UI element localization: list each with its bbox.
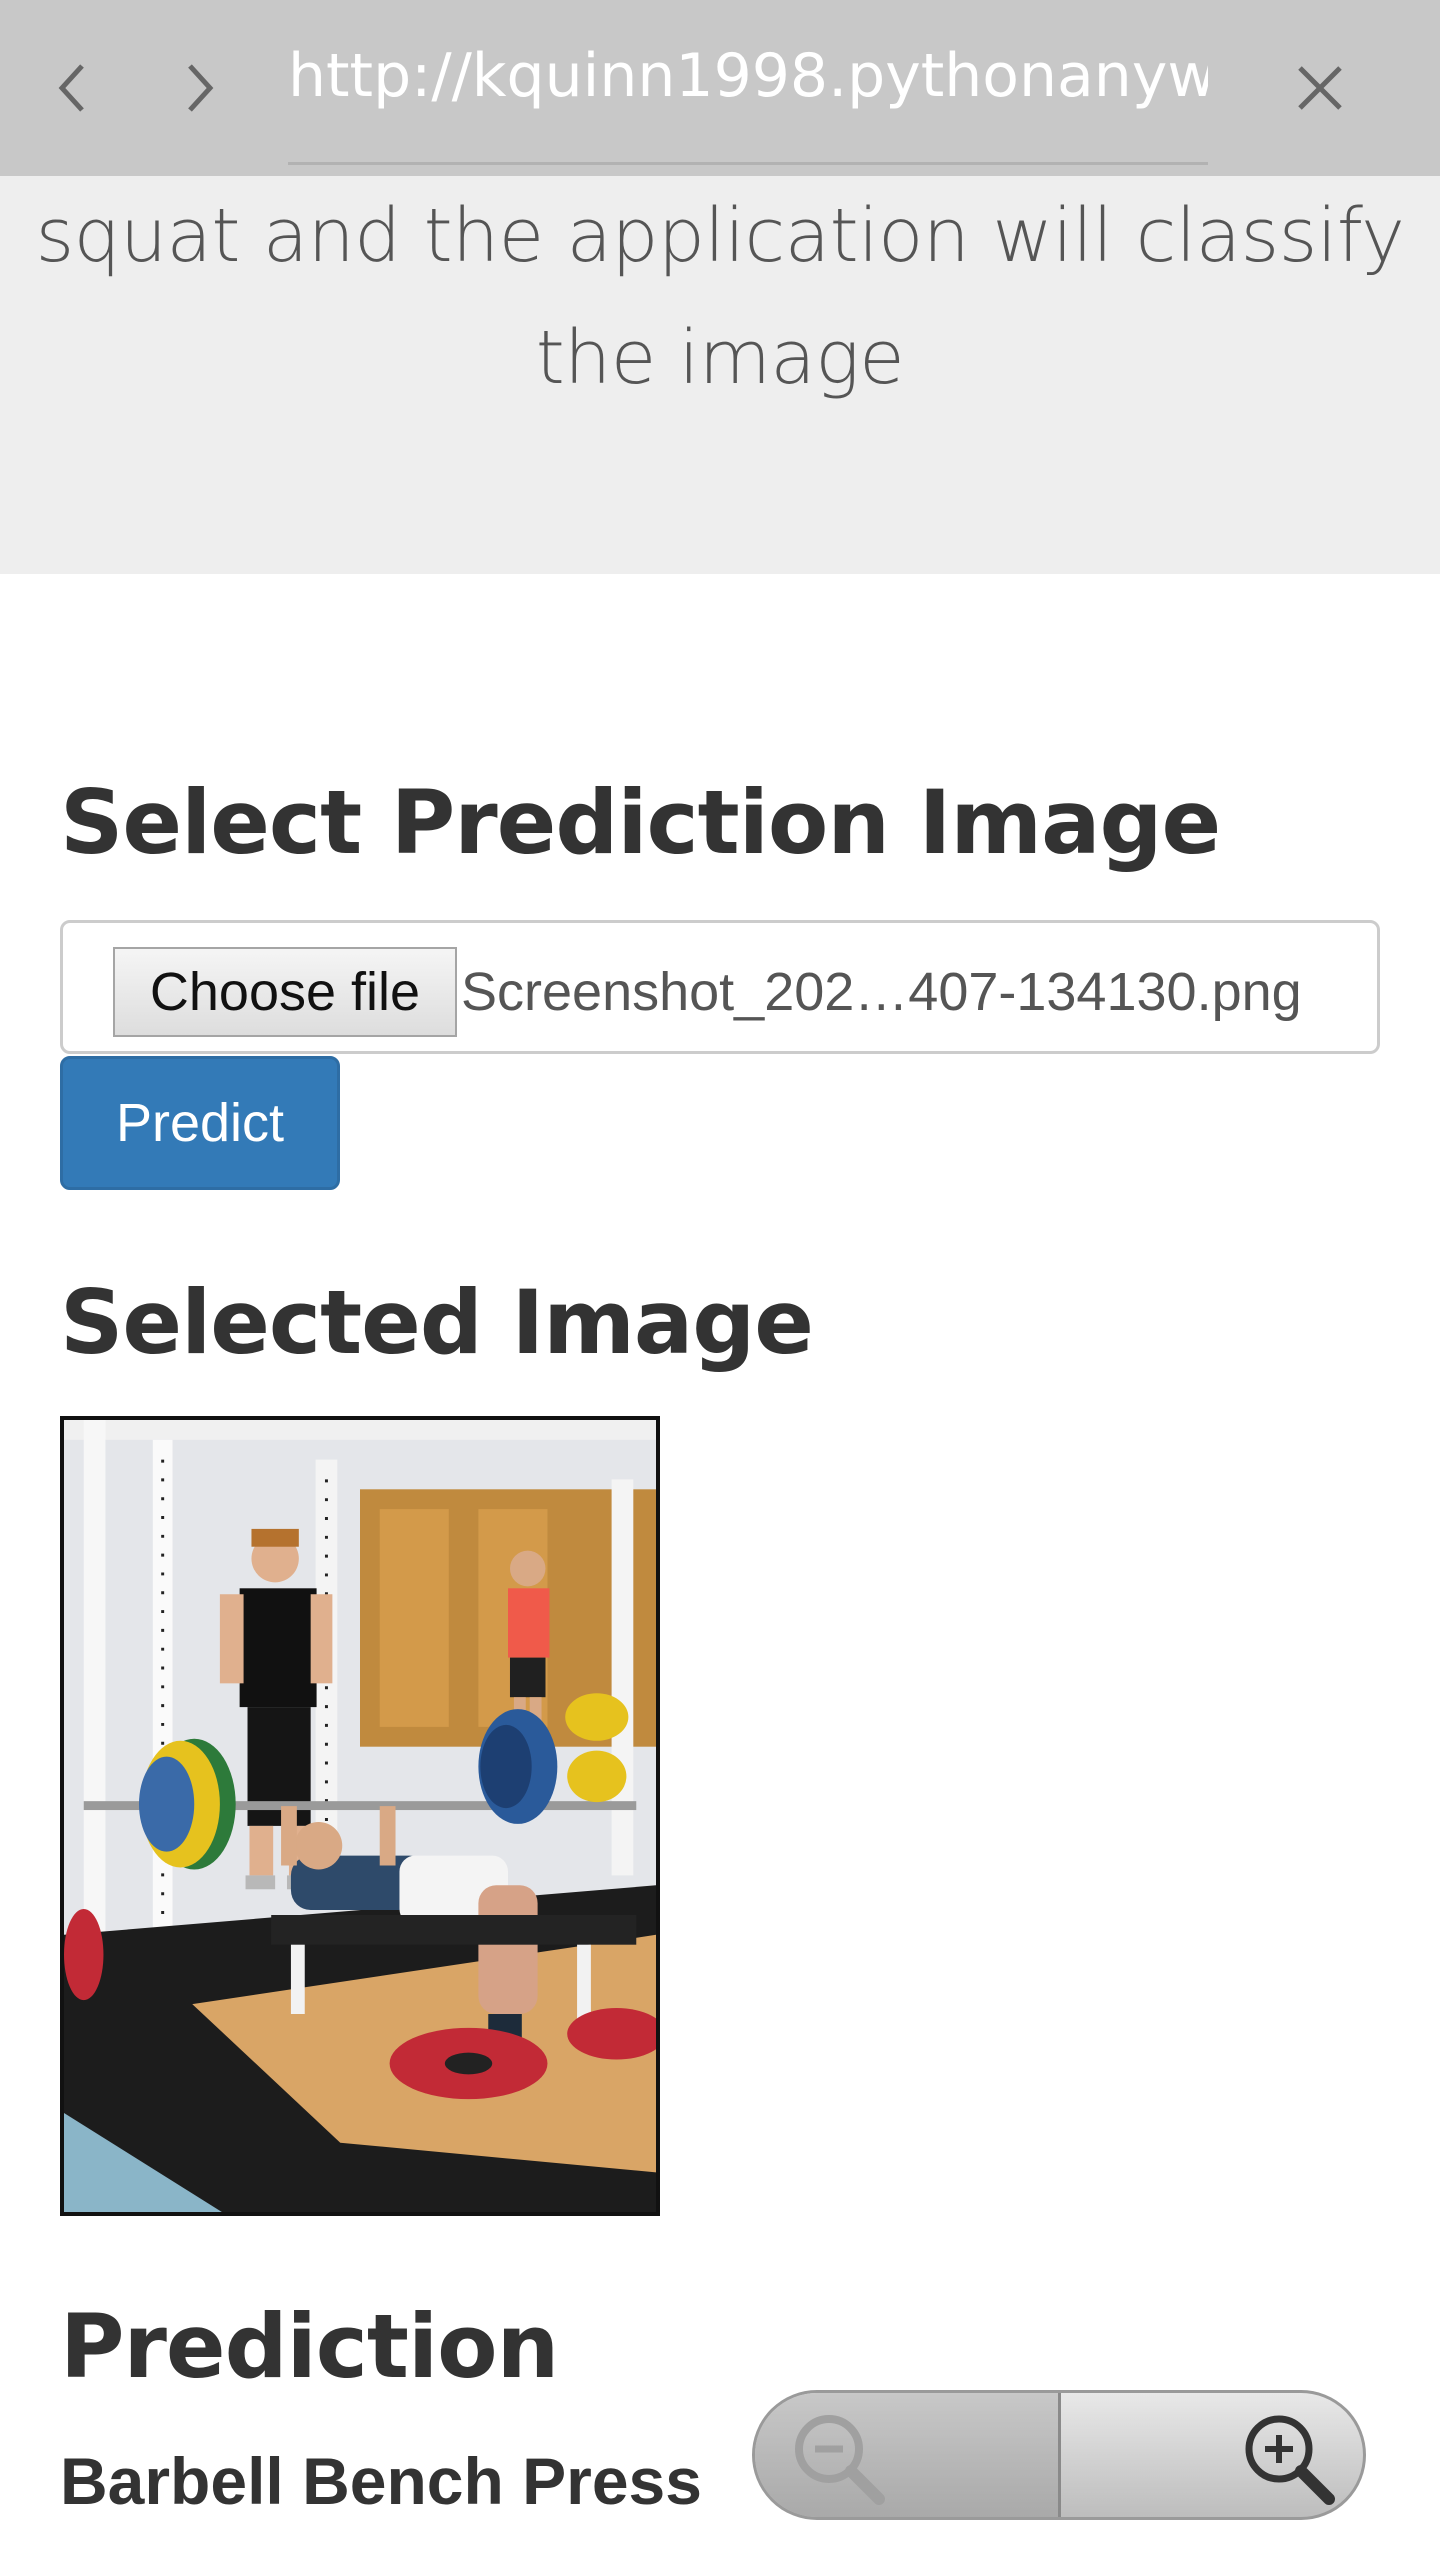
close-button[interactable] [1284,48,1356,128]
selected-image-heading: Selected Image [60,1271,814,1374]
chevron-right-icon [188,64,214,112]
file-input[interactable]: Choose file Screenshot_202…407-134130.pn… [60,920,1380,1054]
url-field[interactable]: http://kquinn1998.pythonanywhere.com [288,36,1208,116]
prediction-result: Barbell Bench Press [60,2444,702,2518]
prediction-heading: Prediction [60,2295,559,2398]
intro-text-line2: the image [535,315,905,401]
choose-file-button[interactable]: Choose file [113,947,457,1037]
back-button[interactable] [42,50,102,126]
intro-text-line1: squat and the application will classify [35,193,1405,279]
gym-bench-press-photo [64,1420,656,2212]
zoom-control [752,2390,1366,2520]
url-underline [288,162,1208,165]
selected-image [60,1416,660,2216]
predict-button[interactable]: Predict [60,1056,340,1190]
zoom-in-icon [1245,2415,1335,2505]
forward-button[interactable] [170,50,230,126]
browser-url-bar: http://kquinn1998.pythonanywhere.com [0,0,1440,176]
zoom-out-icon [795,2415,885,2505]
intro-jumbotron: squat and the application will classify … [0,176,1440,574]
chevron-left-icon [58,64,84,112]
zoom-out-button[interactable] [755,2393,1061,2517]
close-icon [1298,66,1342,110]
selected-file-name: Screenshot_202…407-134130.png [461,962,1302,1022]
zoom-in-button[interactable] [1061,2393,1364,2517]
select-image-heading: Select Prediction Image [60,771,1221,874]
